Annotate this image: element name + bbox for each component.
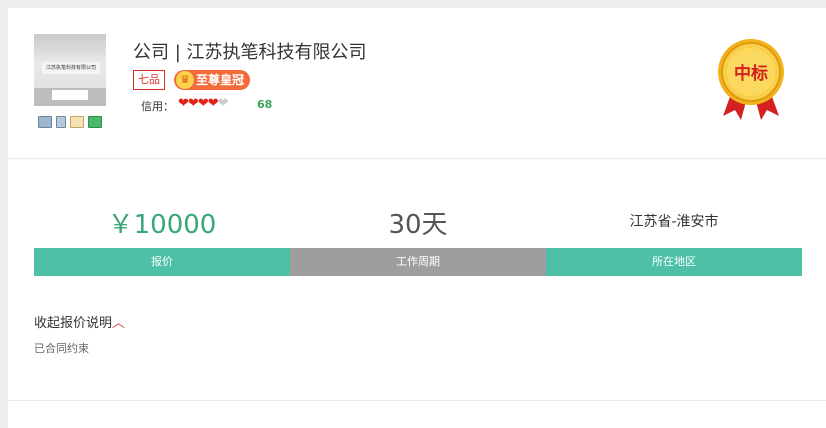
heart-filled-icon: ❤ [178, 96, 189, 111]
verification-icons [38, 116, 102, 128]
heart-filled-icon: ❤ [197, 96, 209, 111]
collapse-quote-label: 收起报价说明 [34, 316, 113, 331]
credit-label: 信用： [141, 100, 174, 113]
heart-empty-icon: ❤ [217, 96, 229, 111]
period-value: 30天 [388, 210, 448, 240]
region-label: 所在地区 [546, 248, 802, 276]
price-label: 报价 [34, 248, 290, 276]
phone-icon[interactable] [56, 116, 66, 128]
heart-filled-icon: ❤ [187, 96, 199, 111]
membership-badge: ♛ 至尊皇冠 [174, 70, 251, 90]
collapse-quote-toggle[interactable]: 收起报价说明︿ [34, 312, 125, 331]
logo-sign-text: 江苏执笔科技有限公司 [42, 62, 100, 74]
crown-icon: ♛ [176, 71, 194, 89]
chevron-up-icon: ︿ [112, 316, 126, 331]
email-icon[interactable] [70, 116, 84, 128]
logo-desk [52, 90, 88, 100]
company-name[interactable]: 公司 | 江苏执笔科技有限公司 [133, 38, 367, 64]
medal-label: 中标 [734, 63, 768, 84]
footer-divider [8, 400, 826, 401]
bid-card: 江苏执笔科技有限公司 公司 | 江苏执笔科技有限公司 七品 ♛ 至尊皇冠 信用：… [8, 8, 826, 428]
grade-badge: 七品 [133, 70, 165, 90]
winning-bid-medal-icon: 中标 [718, 39, 784, 120]
heart-filled-icon: ❤ [207, 96, 219, 111]
header-divider [8, 158, 826, 159]
business-card-icon[interactable] [88, 116, 102, 128]
company-logo-image[interactable]: 江苏执笔科技有限公司 [34, 34, 106, 106]
credit-hearts: ❤❤❤❤❤ [178, 96, 229, 111]
region-value: 江苏省-淮安市 [629, 214, 719, 230]
id-card-icon[interactable] [38, 116, 52, 128]
period-label: 工作周期 [290, 248, 546, 276]
membership-badge-label: 至尊皇冠 [196, 73, 245, 87]
credit-score: 68 [257, 98, 273, 111]
quote-note: 已合同约束 [34, 342, 89, 355]
price-value: ￥10000 [107, 210, 217, 240]
